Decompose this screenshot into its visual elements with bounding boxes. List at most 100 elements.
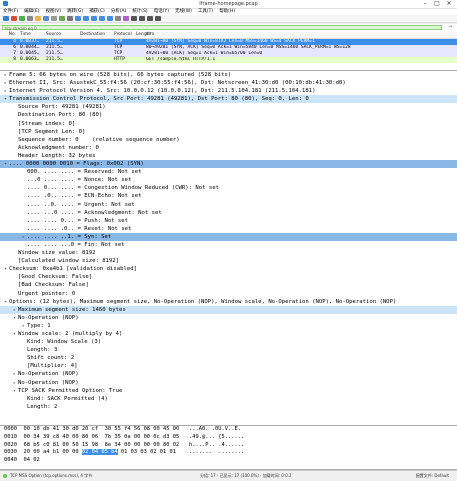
colorize-icon[interactable] bbox=[123, 16, 129, 21]
restart-icon[interactable] bbox=[19, 16, 25, 21]
detail-tree-text: Type: 1 bbox=[27, 322, 51, 329]
expanded-arrow-icon[interactable]: ▾ bbox=[2, 96, 9, 103]
detail-tree-item[interactable]: Sequence number: 0 (relative sequence nu… bbox=[0, 136, 457, 144]
detail-tree-item[interactable]: Length: 2 bbox=[0, 403, 457, 411]
detail-tree-item[interactable]: Acknowledgment number: 0 bbox=[0, 144, 457, 152]
detail-tree-item[interactable]: ▸ Maximum segment size: 1460 bytes bbox=[0, 305, 457, 314]
hex-offset: 0030 bbox=[4, 449, 17, 456]
detail-tree-item[interactable]: [Multiplier: 4] bbox=[0, 362, 457, 370]
hex-dump-row[interactable]: 0000 00 10 db 41 30 d0 20 cf 30 55 f4 56… bbox=[0, 426, 457, 434]
detail-tree-item[interactable]: ▸ No-Operation (NOP) bbox=[0, 379, 457, 387]
detail-tree-item[interactable]: ...0 .... .... = Nonce: Not set bbox=[0, 176, 457, 184]
detail-tree-item[interactable]: Shift count: 2 bbox=[0, 354, 457, 362]
detail-tree-item[interactable]: 000. .... .... = Reserved: Not set bbox=[0, 168, 457, 176]
detail-tree-item[interactable]: Source Port: 49281 (49281) bbox=[0, 103, 457, 111]
detail-tree-item[interactable]: [Good Checksum: False] bbox=[0, 273, 457, 281]
packet-row[interactable]: 8 0.0063… 211.5… HTTP GET /sample.html HTTP/… bbox=[0, 57, 457, 63]
reload-icon[interactable] bbox=[59, 16, 65, 21]
collapsed-arrow-icon[interactable]: ▸ bbox=[20, 234, 27, 241]
hex-dump-row[interactable]: 0020 68 b5 c0 81 00 50 15 98 8e 34 00 00… bbox=[0, 442, 457, 450]
detail-tree-item[interactable]: [Stream index: 0] bbox=[0, 120, 457, 128]
save-icon[interactable] bbox=[43, 16, 49, 21]
expanded-arrow-icon[interactable]: ▾ bbox=[11, 388, 18, 395]
detail-tree-item[interactable]: Length: 3 bbox=[0, 346, 457, 354]
resize-columns-icon[interactable] bbox=[155, 16, 161, 21]
packet-bytes-pane: 0000 00 10 db 41 30 d0 20 cf 30 55 f4 56… bbox=[0, 426, 457, 470]
expanded-arrow-icon[interactable]: ▾ bbox=[2, 266, 9, 273]
detail-tree-item[interactable]: ▸ Frame 5: 66 bytes on wire (528 bits), 6… bbox=[0, 71, 457, 79]
detail-tree-item[interactable]: ▾ No-Operation (NOP) bbox=[0, 314, 457, 322]
detail-tree-item[interactable]: ▸ No-Operation (NOP) bbox=[0, 370, 457, 378]
collapsed-arrow-icon[interactable]: ▸ bbox=[11, 380, 18, 387]
shark-fin-icon[interactable] bbox=[3, 16, 9, 21]
hex-dump-row[interactable]: 0030 20 00 a4 b1 00 00 02 04 05 b4 01 03… bbox=[0, 449, 457, 457]
hex-dump-row[interactable]: 0040 04 02 bbox=[0, 457, 457, 465]
options-icon[interactable] bbox=[27, 16, 33, 21]
detail-tree-item[interactable]: .... .... .0.. = Reset: Not set bbox=[0, 225, 457, 233]
column-header-no[interactable]: No. bbox=[0, 32, 18, 38]
detail-tree-item[interactable]: ▸.... .... ..1. = Syn: Set bbox=[0, 232, 457, 241]
detail-tree-item[interactable]: ▸ Internet Protocol Version 4, Src: 10.0.… bbox=[0, 87, 457, 95]
detail-tree-item[interactable]: ▾ Options: (12 bytes), Maximum segment si… bbox=[0, 298, 457, 306]
column-header-length[interactable]: Length bbox=[136, 32, 151, 38]
detail-tree-item[interactable]: .... ...0 .... = Acknowledgment: Not set bbox=[0, 209, 457, 217]
maximize-button[interactable]: □ bbox=[431, 0, 443, 8]
collapsed-arrow-icon[interactable]: ▸ bbox=[11, 307, 18, 314]
detail-tree-item[interactable]: .... 0... .... = Congestion Window Reduc… bbox=[0, 184, 457, 192]
apply-filter-icon[interactable]: → bbox=[446, 25, 454, 30]
detail-tree-item[interactable]: ▾ Window scale: 2 (multiply by 4) bbox=[0, 330, 457, 338]
detail-tree-item[interactable]: Header Length: 32 bytes bbox=[0, 152, 457, 160]
forward-icon[interactable] bbox=[83, 16, 89, 21]
collapsed-arrow-icon[interactable]: ▸ bbox=[11, 371, 18, 378]
detail-tree-item[interactable]: .... .... 0... = Push: Not set bbox=[0, 217, 457, 225]
expanded-arrow-icon[interactable]: ▾ bbox=[2, 299, 9, 306]
column-header-time[interactable]: Time bbox=[18, 32, 46, 38]
stop-icon[interactable] bbox=[11, 16, 17, 21]
detail-tree-item[interactable]: [Bad Checksum: False] bbox=[0, 281, 457, 289]
detail-tree-item[interactable]: Urgent pointer: 0 bbox=[0, 290, 457, 298]
detail-tree-text: Urgent pointer: 0 bbox=[18, 290, 76, 297]
detail-tree-item[interactable]: .... .... ...0 = Fin: Not set bbox=[0, 241, 457, 249]
find-icon[interactable] bbox=[67, 16, 73, 21]
collapsed-arrow-icon[interactable]: ▸ bbox=[2, 80, 9, 87]
first-icon[interactable] bbox=[99, 16, 105, 21]
column-header-protocol[interactable]: Protocol bbox=[114, 32, 136, 38]
close-button[interactable]: ✕ bbox=[443, 0, 455, 8]
detail-tree-item[interactable]: Kind: Window Scale (3) bbox=[0, 338, 457, 346]
zoom-reset-icon[interactable] bbox=[147, 16, 153, 21]
detail-tree-item[interactable]: .... .0.. .... = ECN-Echo: Not set bbox=[0, 192, 457, 200]
detail-tree-item[interactable]: [Calculated window size: 8192] bbox=[0, 257, 457, 265]
collapsed-arrow-icon[interactable]: ▸ bbox=[2, 72, 9, 79]
expert-info-icon[interactable] bbox=[3, 474, 7, 478]
column-header-destination[interactable]: Destination bbox=[80, 32, 114, 38]
close-file-icon[interactable] bbox=[51, 16, 57, 21]
column-header-info[interactable]: Info bbox=[146, 32, 457, 38]
collapsed-arrow-icon[interactable]: ▸ bbox=[2, 88, 9, 95]
zoom-in-icon[interactable] bbox=[131, 16, 137, 21]
go-to-icon[interactable] bbox=[91, 16, 97, 21]
minimize-button[interactable]: – bbox=[419, 0, 431, 8]
open-file-icon[interactable] bbox=[35, 16, 41, 21]
expanded-arrow-icon[interactable]: ▾ bbox=[11, 315, 18, 322]
collapsed-arrow-icon[interactable]: ▸ bbox=[20, 323, 27, 330]
hex-dump-row[interactable]: 0010 00 34 39 c8 40 00 80 06 7b 35 0a 00… bbox=[0, 434, 457, 442]
detail-tree-item[interactable]: ▾.... 0000 0000 0010 = Flags: 0x002 (SYN… bbox=[0, 160, 457, 169]
expanded-arrow-icon[interactable]: ▾ bbox=[2, 161, 9, 168]
detail-tree-item[interactable]: ▸ Ethernet II, Src: AsustekC_55:f4:56 (20… bbox=[0, 79, 457, 87]
column-header-source[interactable]: Source bbox=[46, 32, 80, 38]
detail-tree-item[interactable]: [TCP Segment Len: 0] bbox=[0, 128, 457, 136]
last-icon[interactable] bbox=[107, 16, 113, 21]
display-filter-input[interactable]: tcp.stream eq 0 bbox=[2, 25, 442, 31]
detail-tree-item[interactable]: ▾ TCP SACK Permitted Option: True bbox=[0, 387, 457, 395]
detail-tree-item[interactable]: Destination Port: 80 (80) bbox=[0, 111, 457, 119]
detail-tree-item[interactable]: Window size value: 8192 bbox=[0, 249, 457, 257]
detail-tree-item[interactable]: .... ..0. .... = Urgent: Not set bbox=[0, 201, 457, 209]
back-icon[interactable] bbox=[75, 16, 81, 21]
expanded-arrow-icon[interactable]: ▾ bbox=[11, 331, 18, 338]
detail-tree-item[interactable]: ▾ Transmission Control Protocol, Src Port… bbox=[0, 95, 457, 104]
autoscroll-icon[interactable] bbox=[115, 16, 121, 21]
detail-tree-item[interactable]: ▾ Checksum: 0xa4b1 [validation disabled] bbox=[0, 265, 457, 273]
detail-tree-item[interactable]: ▸ Type: 1 bbox=[0, 322, 457, 330]
zoom-out-icon[interactable] bbox=[139, 16, 145, 21]
detail-tree-item[interactable]: Kind: SACK Permitted (4) bbox=[0, 395, 457, 403]
